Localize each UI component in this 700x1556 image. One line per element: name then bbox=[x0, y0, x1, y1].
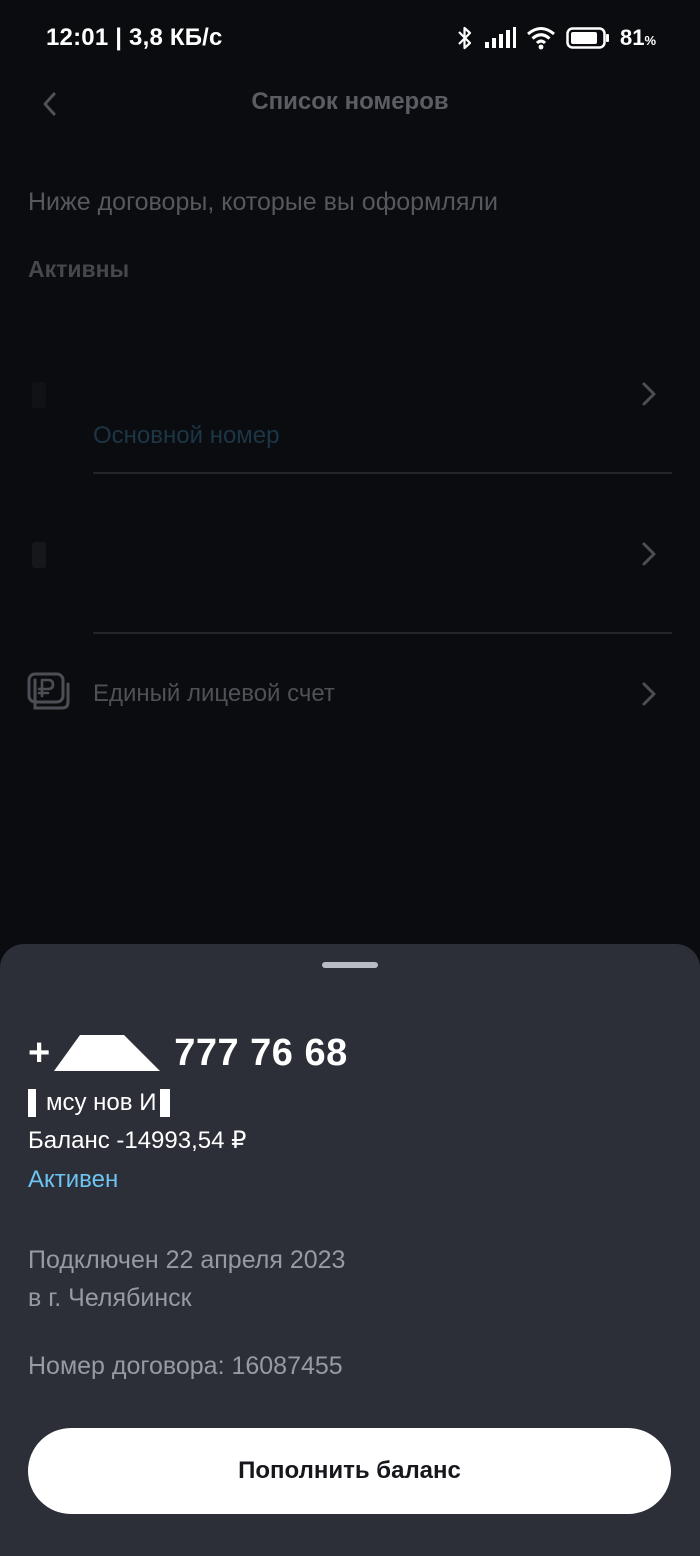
divider bbox=[93, 472, 672, 474]
signal-icon bbox=[484, 27, 516, 48]
unified-account-label: Единый лицевой счет bbox=[93, 680, 335, 707]
ruble-card-icon bbox=[27, 672, 70, 710]
sim-icon bbox=[32, 542, 46, 568]
bluetooth-icon bbox=[458, 26, 472, 50]
number-row-2[interactable] bbox=[0, 506, 700, 634]
phone-prefix: + bbox=[28, 1031, 51, 1074]
battery-percent: 81% bbox=[619, 25, 656, 50]
connected-city: в г. Челябинск bbox=[28, 1284, 192, 1312]
phone-number: + 777 76 68 bbox=[28, 1028, 348, 1078]
balance: Баланс -14993,54 ₽ bbox=[28, 1127, 247, 1154]
redaction-mask bbox=[28, 1089, 36, 1117]
phone-number-text: 777 76 68 bbox=[174, 1031, 348, 1074]
status-time: 12:01 | 3,8 КБ/с bbox=[46, 24, 223, 51]
redaction-mask bbox=[54, 1035, 161, 1071]
bottom-sheet: + 777 76 68 мсу нов И Баланс -14993,54 ₽… bbox=[0, 944, 700, 1556]
sim-icon bbox=[32, 382, 46, 408]
sheet-drag-handle[interactable] bbox=[322, 962, 378, 968]
number-row-1[interactable]: Основной номер bbox=[0, 346, 700, 474]
unified-account-row[interactable]: Единый лицевой счет bbox=[0, 666, 700, 722]
battery-icon bbox=[566, 27, 609, 49]
chevron-right-icon bbox=[642, 682, 656, 706]
top-app-bar: Список номеров bbox=[0, 78, 700, 126]
status-badge: Активен bbox=[28, 1166, 119, 1193]
chevron-right-icon bbox=[642, 542, 656, 566]
wifi-icon bbox=[526, 27, 555, 50]
divider bbox=[93, 632, 672, 634]
connected-date: Подключен 22 апреля 2023 bbox=[28, 1246, 346, 1274]
redaction-mask bbox=[160, 1089, 171, 1117]
owner-name-text: мсу нов И bbox=[46, 1089, 157, 1116]
status-bar: 12:01 | 3,8 КБ/с 81% bbox=[0, 0, 700, 78]
section-title-active: Активны bbox=[28, 256, 128, 282]
contract-number: Номер договора: 16087455 bbox=[28, 1352, 343, 1380]
number-row-label: Основной номер bbox=[93, 422, 280, 449]
page-subtitle: Ниже договоры, которые вы оформляли bbox=[28, 188, 498, 216]
status-icons: 81% bbox=[456, 22, 656, 54]
top-up-balance-button[interactable]: Пополнить баланс bbox=[28, 1428, 671, 1514]
owner-name: мсу нов И bbox=[28, 1086, 171, 1120]
chevron-right-icon bbox=[642, 382, 656, 406]
page-title: Список номеров bbox=[251, 88, 449, 115]
